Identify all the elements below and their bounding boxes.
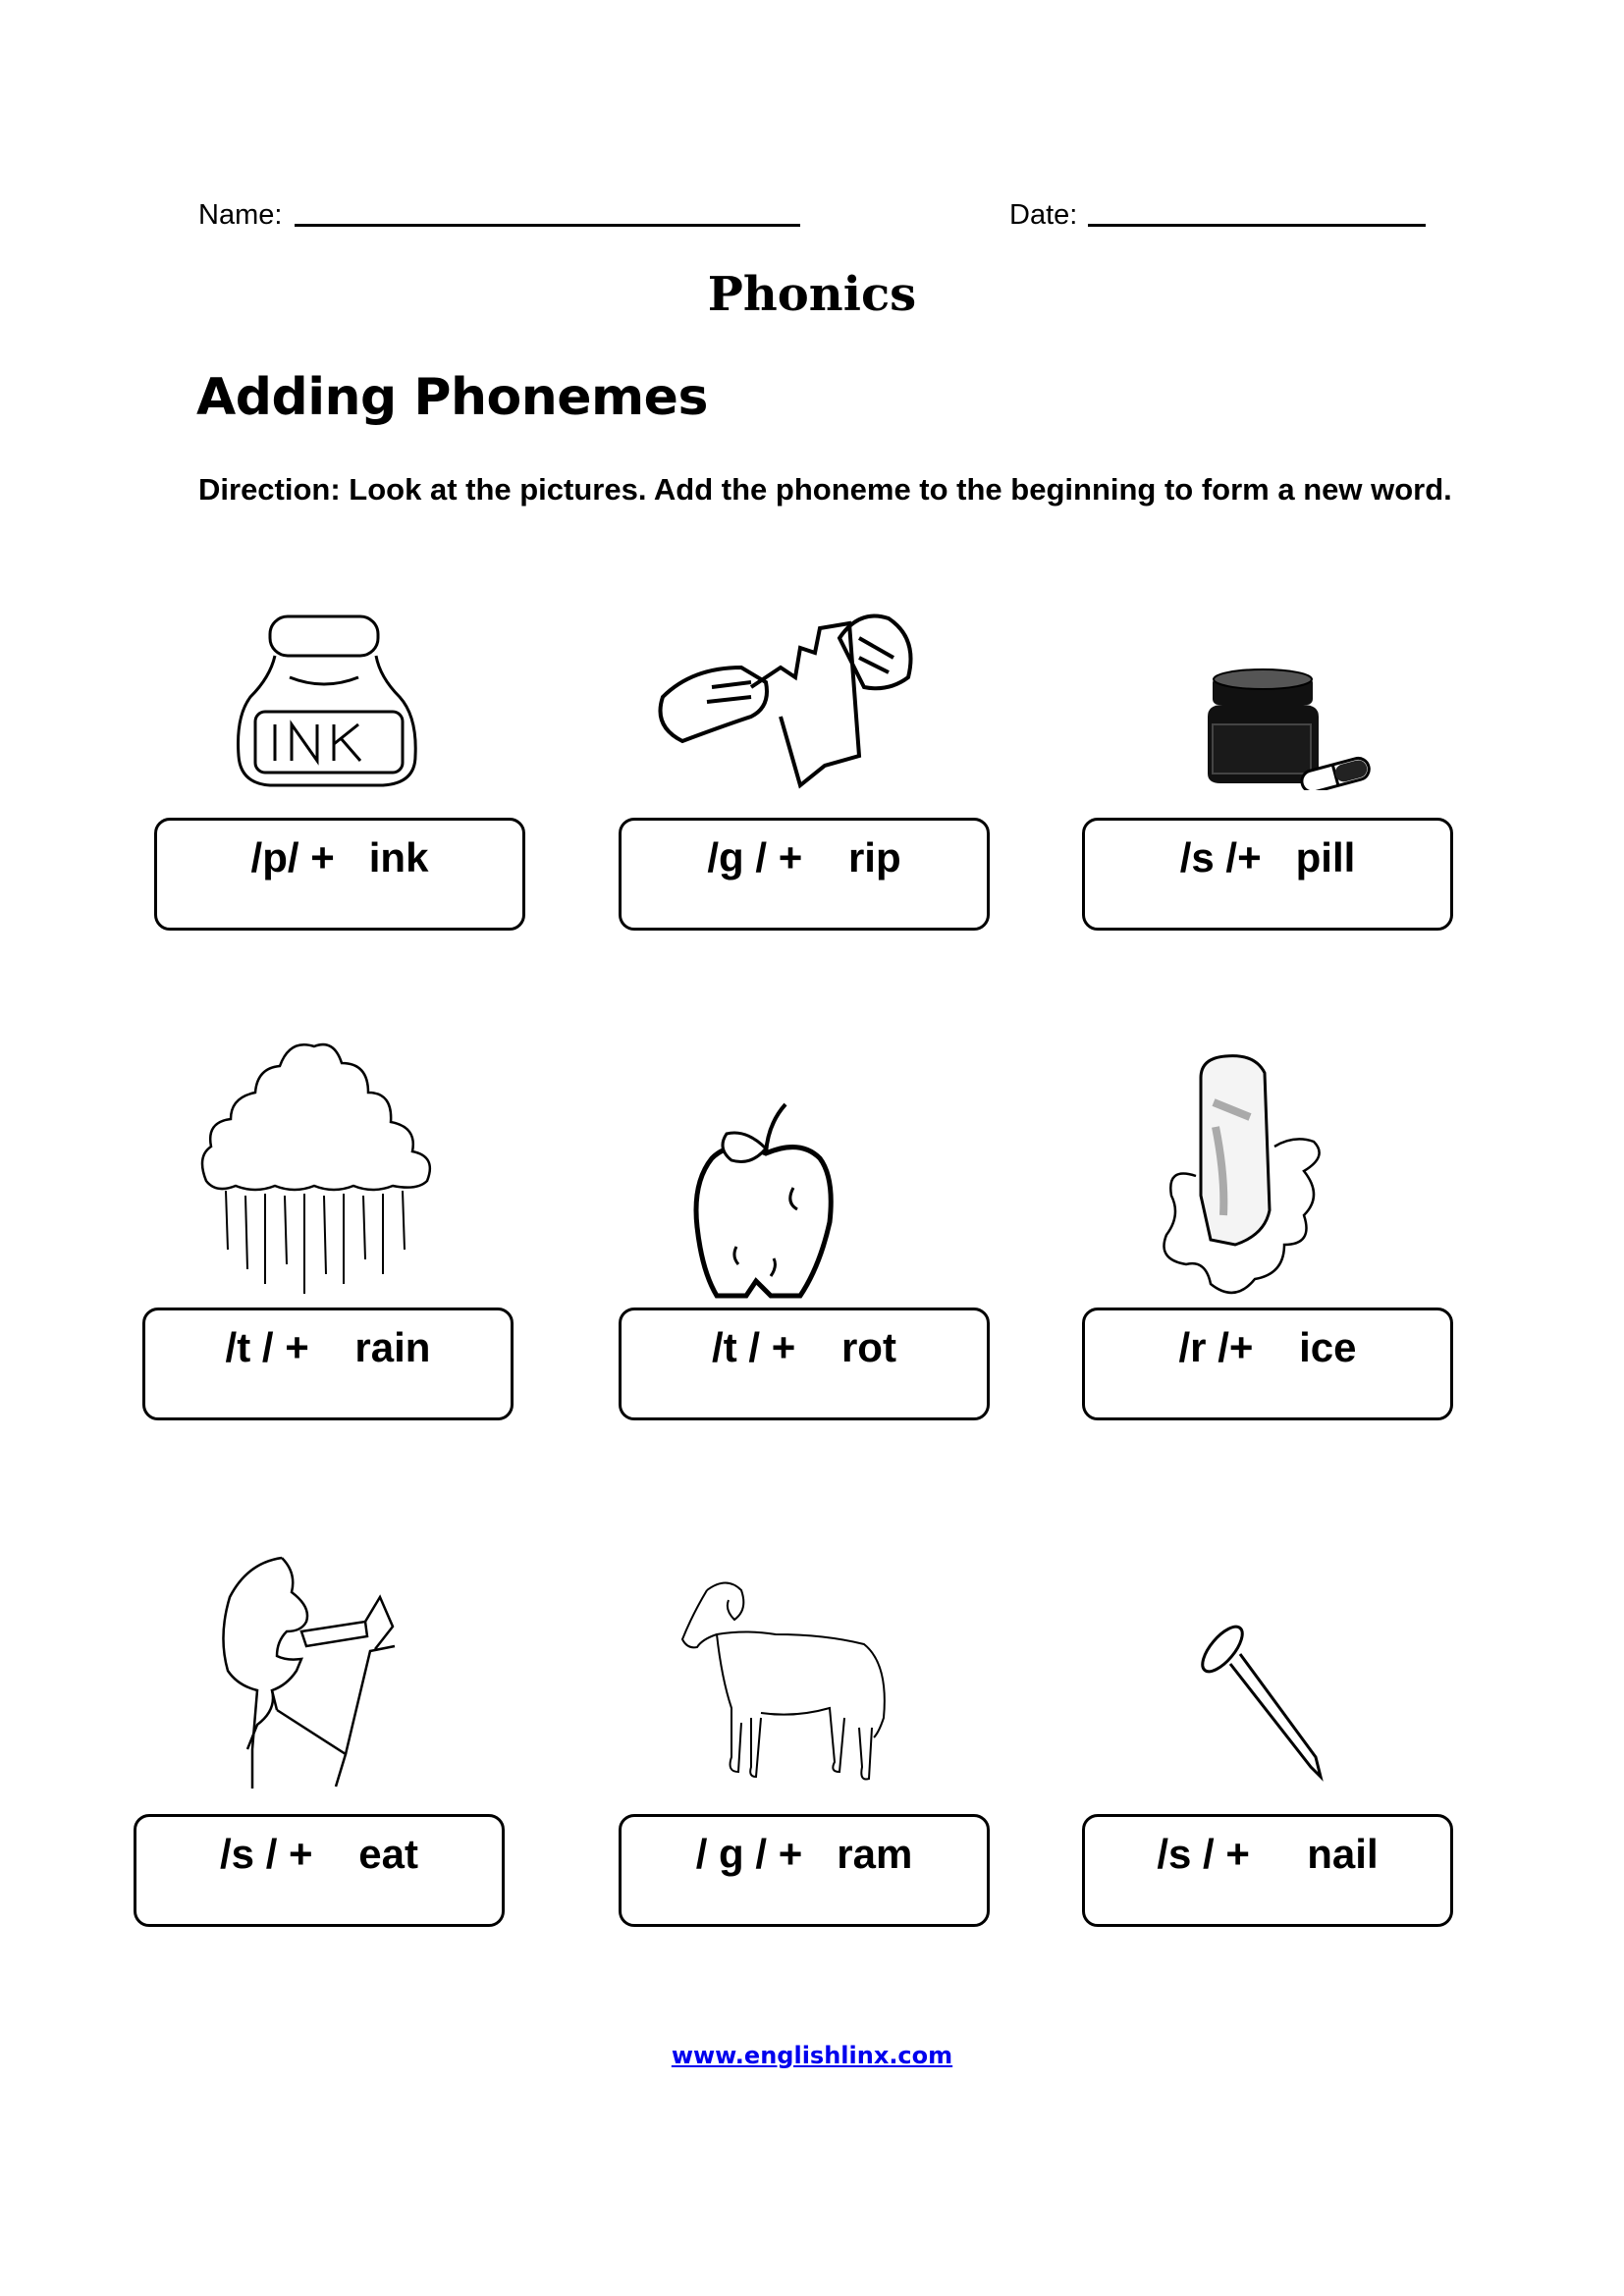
word-box[interactable]: /s / + nail <box>1082 1814 1453 1927</box>
phoneme-equation: / g / + ram <box>622 1831 987 1878</box>
phoneme: /s / + <box>1157 1831 1250 1877</box>
word-box[interactable]: /g / + rip <box>619 818 990 931</box>
boy-eating-icon <box>222 1556 396 1789</box>
phoneme: / g / + <box>695 1831 803 1877</box>
phoneme: /t / + <box>712 1324 796 1370</box>
section-heading: Adding Phonemes <box>196 368 708 427</box>
phoneme-equation: /g / + rip <box>622 834 987 881</box>
phoneme-equation: /s / + eat <box>136 1831 502 1878</box>
base-word: rip <box>847 834 901 881</box>
base-word: ink <box>368 834 429 881</box>
phoneme: /t / + <box>225 1324 309 1370</box>
base-word: ram <box>837 1831 913 1877</box>
website-link[interactable]: www.englishlinx.com <box>0 2042 1624 2069</box>
base-word: ice <box>1299 1324 1357 1370</box>
name-field[interactable] <box>295 224 800 227</box>
ink-bottle-icon <box>237 614 417 787</box>
phoneme-equation: /t / + rain <box>145 1324 511 1371</box>
tearing-paper-icon <box>658 614 913 789</box>
phoneme-equation: /t / + rot <box>622 1324 987 1371</box>
word-box[interactable]: /t / + rot <box>619 1308 990 1420</box>
word-box[interactable]: /s /+ pill <box>1082 818 1453 931</box>
phoneme-equation: /r /+ ice <box>1085 1324 1450 1371</box>
phoneme-equation: /s / + nail <box>1085 1831 1450 1878</box>
nail-icon <box>1201 1625 1324 1782</box>
base-word: rain <box>354 1324 431 1370</box>
rotten-apple-icon <box>693 1102 834 1299</box>
word-box[interactable]: /s / + eat <box>134 1814 505 1927</box>
word-box[interactable]: /r /+ ice <box>1082 1308 1453 1420</box>
name-label: Name: <box>198 199 283 231</box>
phoneme-equation: /s /+ pill <box>1085 834 1450 881</box>
base-word: eat <box>358 1831 418 1877</box>
phoneme: /p/ + <box>250 834 335 881</box>
rain-cloud-icon <box>200 1042 432 1294</box>
phoneme-equation: /p/ + ink <box>157 834 522 881</box>
base-word: pill <box>1295 834 1356 881</box>
page-title: Phonics <box>707 267 917 322</box>
base-word: rot <box>840 1324 896 1370</box>
phoneme: /r /+ <box>1178 1324 1254 1370</box>
word-box[interactable]: / g / + ram <box>619 1814 990 1927</box>
phoneme: /s / + <box>220 1831 313 1877</box>
date-label: Date: <box>1009 199 1078 231</box>
phoneme: /s /+ <box>1179 834 1262 881</box>
base-word: nail <box>1307 1831 1379 1877</box>
phoneme: /g / + <box>707 834 803 881</box>
ram-icon <box>680 1581 886 1781</box>
word-box[interactable]: /p/ + ink <box>154 818 525 931</box>
directions-text: Direction: Look at the pictures. Add the… <box>198 472 1452 507</box>
melting-ice-icon <box>1163 1054 1321 1294</box>
pill-bottle-icon <box>1208 668 1371 790</box>
date-field[interactable] <box>1088 224 1426 227</box>
word-box[interactable]: /t / + rain <box>142 1308 514 1420</box>
